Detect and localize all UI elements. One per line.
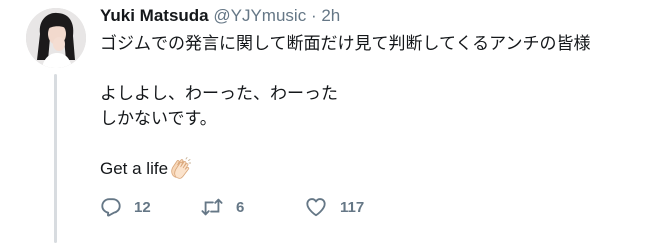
tweet-actions: 12 6 117 [100, 196, 364, 218]
tweet-timestamp[interactable]: 2h [321, 6, 340, 25]
text-gap [100, 56, 640, 81]
like-button[interactable]: 117 [304, 196, 364, 218]
clap-emoji [169, 157, 192, 186]
user-handle[interactable]: @YJYmusic [213, 6, 306, 25]
retweet-count: 6 [236, 198, 245, 216]
tweet-text-line-3: しかないです。 [100, 109, 217, 128]
avatar[interactable] [26, 8, 86, 68]
like-count: 117 [340, 198, 365, 216]
reply-button[interactable]: 12 [100, 196, 200, 218]
tweet-text-line-1: ゴジムでの発言に関して断面だけ見て判断してくるアンチの皆様 [100, 34, 591, 53]
separator-dot: · [310, 6, 317, 25]
reply-count: 12 [134, 198, 151, 216]
tweet-left-column [26, 8, 86, 243]
tweet-text-line-4: Get a life [100, 156, 640, 186]
thread-line [54, 74, 57, 243]
tweet-text-get-a-life: Get a life [100, 159, 169, 178]
retweet-icon [200, 196, 224, 218]
reply-icon [100, 196, 122, 218]
retweet-button[interactable]: 6 [200, 196, 304, 218]
tweet-text-line-2: よしよし、わーった、わーった [100, 84, 338, 103]
tweet-content: Yuki Matsuda @YJYmusic · 2h ゴジムでの発言に関して断… [100, 5, 640, 186]
tweet-header: Yuki Matsuda @YJYmusic · 2h [100, 5, 640, 27]
display-name[interactable]: Yuki Matsuda [100, 6, 209, 25]
text-gap [100, 131, 640, 156]
tweet: Yuki Matsuda @YJYmusic · 2h ゴジムでの発言に関して断… [0, 0, 645, 243]
like-icon [304, 196, 328, 218]
tweet-text: ゴジムでの発言に関して断面だけ見て判断してくるアンチの皆様 よしよし、わーった、… [100, 31, 640, 186]
